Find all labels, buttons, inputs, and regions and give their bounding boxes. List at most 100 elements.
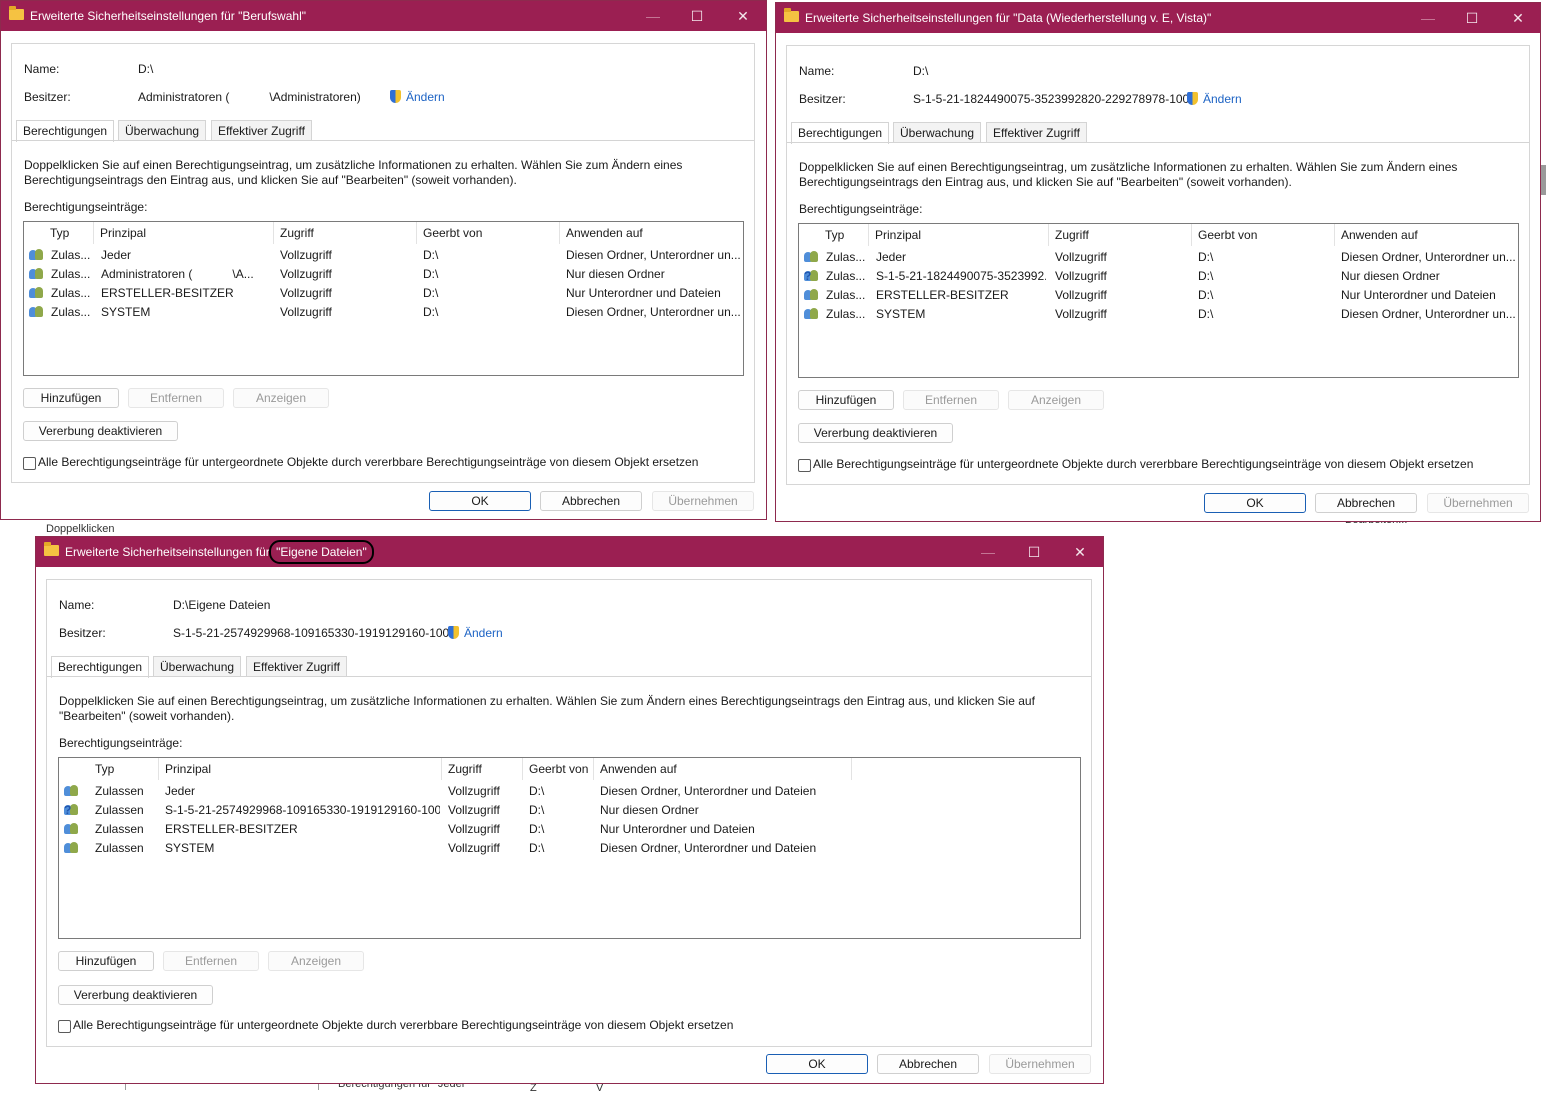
security-window-eigene-dateien: Erweiterte Sicherheitseinstellungen für … xyxy=(35,536,1104,1084)
name-label: Name: xyxy=(24,62,60,76)
close-button[interactable]: ✕ xyxy=(723,1,763,31)
column-header-geerbt-von[interactable]: Geerbt von xyxy=(1192,224,1335,246)
cell-type: Zulassen xyxy=(95,822,144,836)
apply-button[interactable]: Übernehmen xyxy=(1427,493,1529,513)
view-button[interactable]: Anzeigen xyxy=(268,951,364,971)
replace-child-permissions-checkbox[interactable] xyxy=(798,459,811,472)
remove-button[interactable]: Entfernen xyxy=(128,388,224,408)
tab-ueberwachung[interactable]: Überwachung xyxy=(118,120,207,140)
tab-effektiver-zugriff[interactable]: Effektiver Zugriff xyxy=(246,656,347,676)
uac-shield-icon xyxy=(390,90,401,103)
folder-icon xyxy=(784,8,799,22)
close-button[interactable]: ✕ xyxy=(1498,3,1538,33)
minimize-button[interactable]: — xyxy=(633,1,673,31)
column-header-typ[interactable]: Typ xyxy=(89,758,159,780)
column-header-prinzipal[interactable]: Prinzipal xyxy=(159,758,442,780)
add-button[interactable]: Hinzufügen xyxy=(58,951,154,971)
add-button[interactable]: Hinzufügen xyxy=(23,388,119,408)
view-button[interactable]: Anzeigen xyxy=(233,388,329,408)
change-owner-link[interactable]: Ändern xyxy=(406,90,445,104)
cancel-button[interactable]: Abbrechen xyxy=(1315,493,1417,513)
permission-entries-list[interactable]: Typ Prinzipal Zugriff Geerbt von Anwende… xyxy=(798,223,1519,378)
add-button[interactable]: Hinzufügen xyxy=(798,390,894,410)
permission-entries-list[interactable]: Typ Prinzipal Zugriff Geerbt von Anwende… xyxy=(23,221,744,376)
change-owner-link[interactable]: Ändern xyxy=(1203,92,1242,106)
name-label: Name: xyxy=(59,598,95,612)
table-row[interactable]: Zulas... SYSTEM Vollzugriff D:\ Diesen Ordne… xyxy=(24,303,743,322)
tab-berechtigungen[interactable]: Berechtigungen xyxy=(16,120,115,142)
replace-child-permissions-checkbox[interactable] xyxy=(58,1020,71,1033)
cell-principal: Jeder xyxy=(165,784,196,798)
maximize-button[interactable]: ☐ xyxy=(677,1,717,31)
ok-button[interactable]: OK xyxy=(766,1054,868,1074)
disable-inheritance-button[interactable]: Vererbung deaktivieren xyxy=(23,421,178,441)
tab-berechtigungen[interactable]: Berechtigungen xyxy=(51,656,150,678)
table-row[interactable]: Zulassen ERSTELLER-BESITZER Vollzugriff D:\… xyxy=(59,820,1080,839)
column-header-prinzipal[interactable]: Prinzipal xyxy=(94,222,274,244)
apply-button[interactable]: Übernehmen xyxy=(652,491,754,511)
remove-button[interactable]: Entfernen xyxy=(903,390,999,410)
view-button[interactable]: Anzeigen xyxy=(1008,390,1104,410)
folder-icon xyxy=(9,6,24,20)
ok-button[interactable]: OK xyxy=(429,491,531,511)
owner-label: Besitzer: xyxy=(24,90,71,104)
tab-ueberwachung[interactable]: Überwachung xyxy=(153,656,242,676)
column-header-typ[interactable]: Typ xyxy=(44,222,94,244)
cell-access: Vollzugriff xyxy=(280,286,332,300)
title-bar[interactable]: Erweiterte Sicherheitseinstellungen für … xyxy=(776,3,1540,33)
background-text: Doppelklicken xyxy=(46,523,115,535)
column-header-prinzipal[interactable]: Prinzipal xyxy=(869,224,1049,246)
owner-value: Administratoren ( \Administratoren) xyxy=(138,90,361,104)
table-row[interactable]: Zulas... ERSTELLER-BESITZER Vollzugriff D:\… xyxy=(799,286,1518,305)
minimize-button[interactable]: — xyxy=(968,537,1008,567)
entries-label: Berechtigungseinträge: xyxy=(24,200,148,214)
table-row[interactable]: ? Zulassen S-1-5-21-2574929968-109165330-1… xyxy=(59,801,1080,820)
cell-access: Vollzugriff xyxy=(280,248,332,262)
column-header-zugriff[interactable]: Zugriff xyxy=(1049,224,1192,246)
table-row[interactable]: Zulas... Jeder Vollzugriff D:\ Diesen Ordner… xyxy=(24,246,743,265)
cell-principal: Jeder xyxy=(101,248,132,262)
cell-apply: Diesen Ordner, Unterordner und Dateien xyxy=(600,784,817,798)
unknown-user-icon: ? xyxy=(64,803,79,817)
column-header-geerbt-von[interactable]: Geerbt von xyxy=(417,222,560,244)
table-row[interactable]: Zulas... Administratoren ( \A... Vollzugri… xyxy=(24,265,743,284)
table-row[interactable]: Zulas... ERSTELLER-BESITZER Vollzugriff D:\… xyxy=(24,284,743,303)
cell-apply: Nur diesen Ordner xyxy=(566,267,665,281)
title-bar[interactable]: Erweiterte Sicherheitseinstellungen für … xyxy=(1,1,766,31)
table-row[interactable]: Zulassen SYSTEM Vollzugriff D:\ Diesen Ordne… xyxy=(59,839,1080,858)
tab-effektiver-zugriff[interactable]: Effektiver Zugriff xyxy=(986,122,1087,142)
tab-ueberwachung[interactable]: Überwachung xyxy=(893,122,982,142)
table-row[interactable]: Zulas... SYSTEM Vollzugriff D:\ Diesen Ordne… xyxy=(799,305,1518,324)
column-header-anwenden-auf[interactable]: Anwenden auf xyxy=(560,222,743,244)
remove-button[interactable]: Entfernen xyxy=(163,951,259,971)
change-owner-link[interactable]: Ändern xyxy=(464,626,503,640)
cell-access: Vollzugriff xyxy=(280,305,332,319)
replace-child-permissions-checkbox[interactable] xyxy=(23,457,36,470)
owner-label: Besitzer: xyxy=(799,92,846,106)
maximize-button[interactable]: ☐ xyxy=(1452,3,1492,33)
apply-button[interactable]: Übernehmen xyxy=(989,1054,1091,1074)
close-button[interactable]: ✕ xyxy=(1060,537,1100,567)
title-bar[interactable]: Erweiterte Sicherheitseinstellungen für … xyxy=(36,537,1103,567)
column-header-typ[interactable]: Typ xyxy=(819,224,869,246)
cancel-button[interactable]: Abbrechen xyxy=(540,491,642,511)
tab-effektiver-zugriff[interactable]: Effektiver Zugriff xyxy=(211,120,312,140)
entries-label: Berechtigungseinträge: xyxy=(799,202,923,216)
permission-entries-list[interactable]: Typ Prinzipal Zugriff Geerbt von Anwende… xyxy=(58,757,1081,939)
disable-inheritance-button[interactable]: Vererbung deaktivieren xyxy=(58,985,213,1005)
ok-button[interactable]: OK xyxy=(1204,493,1306,513)
table-row[interactable]: Zulas... Jeder Vollzugriff D:\ Diesen Ordner… xyxy=(799,248,1518,267)
column-header-geerbt-von[interactable]: Geerbt von xyxy=(523,758,594,780)
column-header-anwenden-auf[interactable]: Anwenden auf xyxy=(1335,224,1518,246)
disable-inheritance-button[interactable]: Vererbung deaktivieren xyxy=(798,423,953,443)
user-group-icon xyxy=(29,248,44,261)
column-header-anwenden-auf[interactable]: Anwenden auf xyxy=(594,758,852,780)
minimize-button[interactable]: — xyxy=(1408,3,1448,33)
tab-berechtigungen[interactable]: Berechtigungen xyxy=(791,122,890,144)
table-row[interactable]: Zulassen Jeder Vollzugriff D:\ Diesen Ordner… xyxy=(59,782,1080,801)
column-header-zugriff[interactable]: Zugriff xyxy=(442,758,523,780)
maximize-button[interactable]: ☐ xyxy=(1014,537,1054,567)
table-row[interactable]: ? Zulas... S-1-5-21-1824490075-3523992... V… xyxy=(799,267,1518,286)
column-header-zugriff[interactable]: Zugriff xyxy=(274,222,417,244)
cancel-button[interactable]: Abbrechen xyxy=(877,1054,979,1074)
